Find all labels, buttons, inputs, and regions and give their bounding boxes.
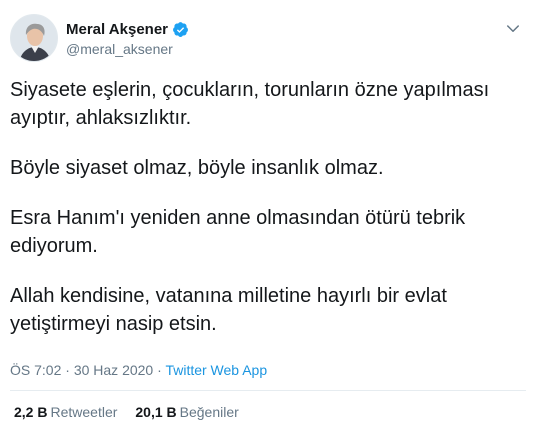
- retweets-stat[interactable]: 2,2 B Retweetler: [14, 404, 117, 420]
- retweets-count: 2,2 B: [14, 404, 48, 420]
- tweet-stats: 2,2 B Retweetler 20,1 B Beğeniler: [14, 404, 257, 420]
- tweet-time[interactable]: ÖS 7:02: [10, 362, 61, 378]
- tweet-header: Meral Akşener @meral_aksener: [10, 10, 526, 66]
- profile-photo-icon: [11, 15, 57, 61]
- likes-stat[interactable]: 20,1 B Beğeniler: [135, 404, 238, 420]
- display-name[interactable]: Meral Akşener: [66, 21, 168, 38]
- tweet-text: Siyasete eşlerin, çocukların, torunların…: [10, 76, 520, 360]
- name-row: Meral Akşener: [66, 19, 189, 39]
- tweet-source-link[interactable]: Twitter Web App: [165, 362, 267, 378]
- author-names: Meral Akşener @meral_aksener: [66, 14, 189, 62]
- likes-count: 20,1 B: [135, 404, 177, 420]
- meta-separator: ·: [65, 362, 70, 378]
- retweets-label: Retweetler: [50, 404, 118, 420]
- tweet-paragraph-3: Esra Hanım'ı yeniden anne olmasından ötü…: [10, 207, 466, 257]
- tweet-paragraph-4: Allah kendisine, vatanına milletine hayı…: [10, 285, 447, 335]
- handle[interactable]: @meral_aksener: [66, 41, 189, 57]
- verified-badge-icon: [172, 21, 189, 38]
- meta-separator: ·: [157, 362, 162, 378]
- avatar[interactable]: [10, 14, 58, 62]
- divider: [10, 390, 526, 391]
- likes-label: Beğeniler: [179, 404, 239, 420]
- tweet-paragraph-2: Böyle siyaset olmaz, böyle insanlık olma…: [10, 157, 384, 179]
- tweet-date[interactable]: 30 Haz 2020: [74, 362, 153, 378]
- tweet-paragraph-1: Siyasete eşlerin, çocukların, torunların…: [10, 79, 490, 129]
- tweet-meta: ÖS 7:02 · 30 Haz 2020 · Twitter Web App: [10, 362, 267, 378]
- chevron-down-icon[interactable]: [504, 20, 522, 38]
- tweet-card: Meral Akşener @meral_aksener Siyasete eş…: [0, 0, 536, 422]
